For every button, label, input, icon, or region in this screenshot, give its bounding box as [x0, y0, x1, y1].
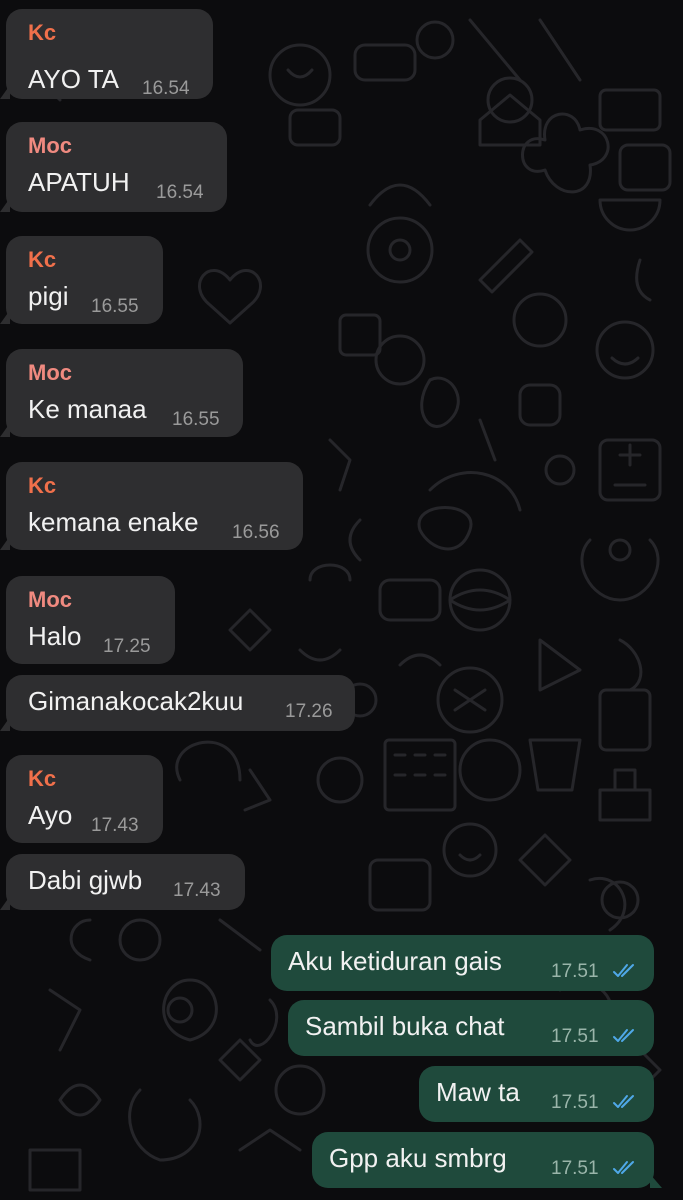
sender-name[interactable]: Moc	[28, 588, 72, 612]
message-time: 17.51	[551, 1158, 599, 1179]
sender-name[interactable]: Moc	[28, 134, 72, 158]
bubble-tail	[650, 1174, 662, 1188]
message-text: APATUH	[28, 167, 130, 197]
read-double-check-icon	[613, 1095, 634, 1108]
message-time: 16.54	[156, 182, 204, 203]
message-text: Ke manaa	[28, 394, 147, 424]
read-double-check-icon	[613, 1029, 634, 1042]
bubble-tail	[0, 198, 10, 212]
message-time: 16.55	[172, 409, 220, 430]
message-time: 16.54	[142, 78, 190, 99]
message-bubble-incoming[interactable]: Kc pigi 16.55	[0, 236, 163, 324]
sender-name[interactable]: Kc	[28, 248, 56, 272]
message-bubble-outgoing[interactable]: Sambil buka chat 17.51	[288, 1000, 654, 1056]
sender-name[interactable]: Kc	[28, 21, 56, 45]
sender-name[interactable]: Kc	[28, 767, 56, 791]
message-bubble-incoming[interactable]: Kc AYO TA 16.54	[0, 9, 213, 99]
message-time: 17.43	[173, 880, 221, 901]
message-time: 17.51	[551, 961, 599, 982]
message-text: Halo	[28, 621, 82, 651]
read-double-check-icon	[613, 964, 634, 977]
message-text: Dabi gjwb	[28, 865, 143, 895]
bubble-tail	[0, 85, 10, 99]
message-text: Gpp aku smbrg	[329, 1143, 507, 1173]
message-bubble-incoming[interactable]: Kc Ayo 17.43	[6, 755, 163, 843]
message-bubble-incoming[interactable]: Moc APATUH 16.54	[0, 122, 227, 212]
message-bubble-incoming[interactable]: Gimanakocak2kuu 17.26	[0, 675, 355, 731]
message-text: Sambil buka chat	[305, 1011, 505, 1041]
sender-name[interactable]: Kc	[28, 474, 56, 498]
message-time: 17.51	[551, 1026, 599, 1047]
message-text: pigi	[28, 281, 69, 311]
bubble-tail	[0, 536, 10, 550]
message-text: Ayo	[28, 800, 73, 830]
message-time: 17.43	[91, 815, 139, 836]
message-text: Maw ta	[436, 1077, 520, 1107]
bubble-tail	[0, 423, 10, 437]
message-bubble-outgoing[interactable]: Maw ta 17.51	[419, 1066, 654, 1122]
message-bubble-incoming[interactable]: Dabi gjwb 17.43	[0, 854, 245, 910]
message-bubble-incoming[interactable]: Moc Halo 17.25	[6, 576, 175, 664]
message-bubble-outgoing[interactable]: Aku ketiduran gais 17.51	[271, 935, 654, 991]
message-text: Gimanakocak2kuu	[28, 686, 244, 716]
read-double-check-icon	[613, 1161, 634, 1174]
bubble-tail	[0, 717, 10, 731]
bubble-tail	[0, 896, 10, 910]
message-text: Aku ketiduran gais	[288, 946, 502, 976]
message-time: 16.55	[91, 296, 139, 317]
sender-name[interactable]: Moc	[28, 361, 72, 385]
message-bubble-incoming[interactable]: Moc Ke manaa 16.55	[0, 349, 243, 437]
chat-view[interactable]: Kc AYO TA 16.54 Moc APATUH 16.54 Kc pigi…	[0, 0, 683, 1200]
message-bubble-incoming[interactable]: Kc kemana enake 16.56	[0, 462, 303, 550]
message-text: AYO TA	[28, 64, 120, 94]
message-time: 17.25	[103, 636, 151, 657]
message-time: 17.51	[551, 1092, 599, 1113]
message-text: kemana enake	[28, 507, 199, 537]
bubble-tail	[0, 310, 10, 324]
message-time: 17.26	[285, 701, 333, 722]
message-time: 16.56	[232, 522, 280, 543]
message-bubble-outgoing[interactable]: Gpp aku smbrg 17.51	[312, 1132, 662, 1188]
